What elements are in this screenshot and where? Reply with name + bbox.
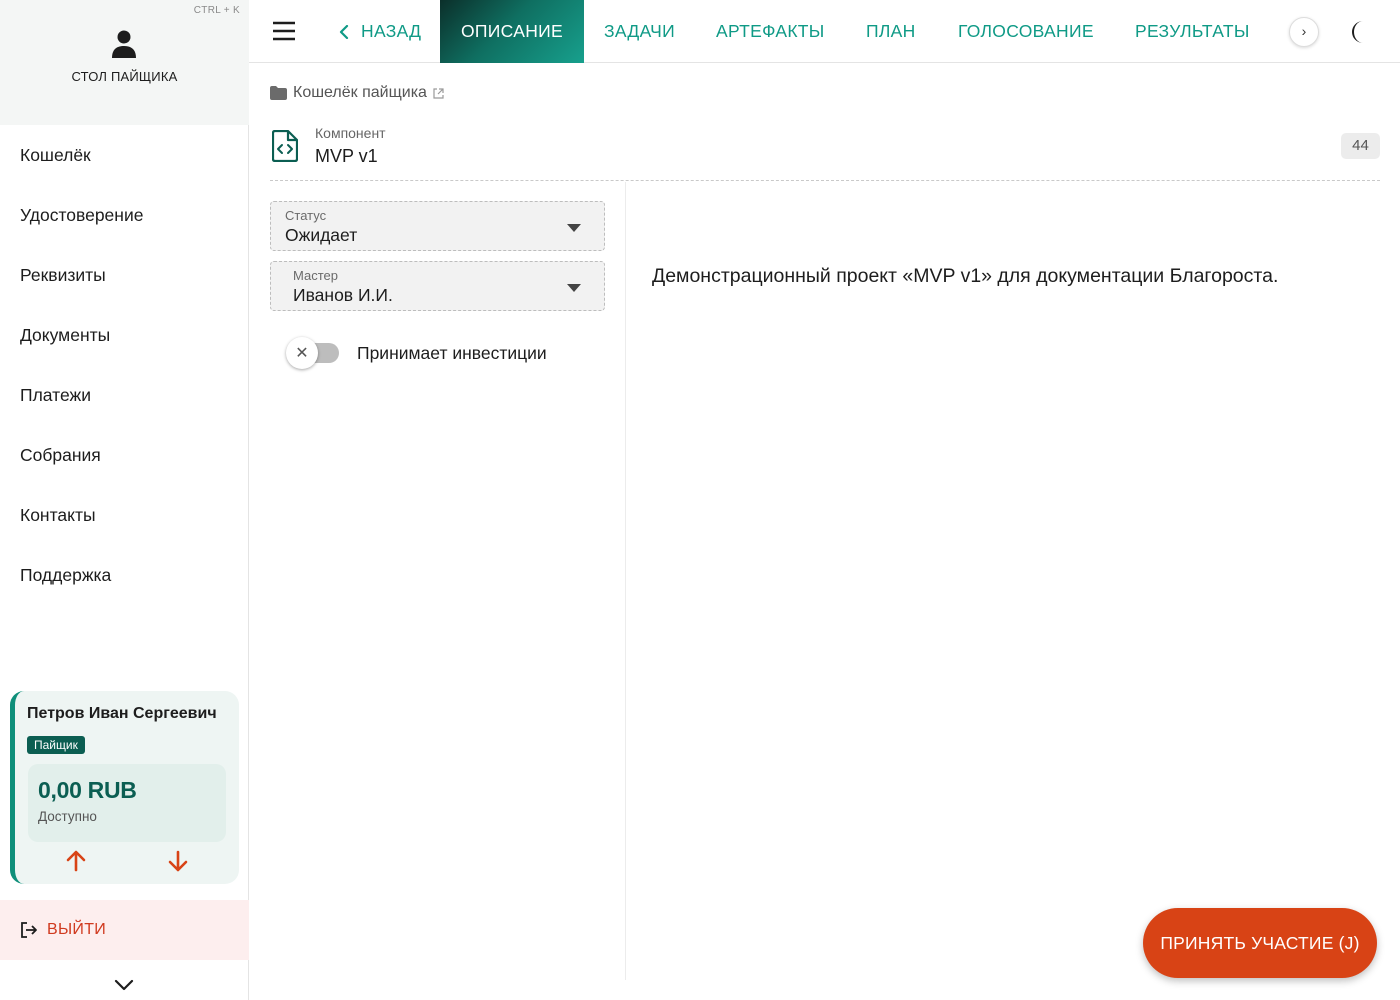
join-button[interactable]: ПРИНЯТЬ УЧАСТИЕ (J) [1143, 908, 1377, 978]
sidebar-item-requisites[interactable]: Реквизиты [0, 245, 249, 305]
tabs-scroll-right-button[interactable]: › [1289, 17, 1319, 47]
sidebar-item-documents[interactable]: Документы [0, 305, 249, 365]
investments-toggle-label: Принимает инвестиции [357, 343, 547, 363]
moon-icon[interactable] [1352, 19, 1378, 45]
sidebar-nav: Кошелёк Удостоверение Реквизиты Документ… [0, 125, 249, 605]
account-card: Петров Иван Сергеевич Пайщик 0,00 RUB До… [10, 691, 239, 884]
tab-label: ГОЛОСОВАНИЕ [958, 21, 1094, 41]
top-bar: НАЗАД ОПИСАНИЕ ЗАДАЧИ АРТЕФАКТЫ ПЛАН ГОЛ… [249, 0, 1400, 63]
sidebar-item-support[interactable]: Поддержка [0, 545, 249, 605]
user-icon [112, 30, 136, 58]
balance-amount: 0,00 RUB [38, 777, 137, 803]
code-file-icon [272, 130, 298, 162]
tab-label: РЕЗУЛЬТАТЫ [1135, 21, 1250, 41]
status-select[interactable]: Статус Ожидает [270, 201, 605, 251]
sidebar: CTRL + K СТОЛ ПАЙЩИКА Кошелёк Удостовере… [0, 0, 249, 1000]
component-type: Компонент [315, 125, 386, 141]
chevron-left-icon [339, 24, 349, 39]
external-link-icon[interactable] [433, 87, 444, 99]
component-id-badge: 44 [1341, 133, 1380, 159]
role-badge: Пайщик [27, 736, 85, 754]
balance-box: 0,00 RUB Доступно [28, 764, 226, 842]
sidebar-title: СТОЛ ПАЙЩИКА [71, 69, 178, 84]
tab-artifacts[interactable]: АРТЕФАКТЫ [716, 0, 825, 63]
toggle-knob: ✕ [286, 337, 318, 369]
sidebar-item-contacts[interactable]: Контакты [0, 485, 249, 545]
project-description: Демонстрационный проект «MVP v1» для док… [652, 265, 1279, 287]
master-select[interactable]: Мастер Иванов И.И. [270, 261, 605, 311]
column-divider [625, 182, 626, 980]
status-label: Статус [285, 208, 327, 223]
logout-label: ВЫЙТИ [47, 921, 107, 938]
tab-description[interactable]: ОПИСАНИЕ [440, 0, 584, 63]
arrow-up-icon[interactable] [64, 849, 88, 873]
menu-icon[interactable] [271, 18, 297, 44]
sidebar-item-certificate[interactable]: Удостоверение [0, 185, 249, 245]
tab-label: ПЛАН [866, 21, 916, 41]
sidebar-item-meetings[interactable]: Собрания [0, 425, 249, 485]
sidebar-item-payments[interactable]: Платежи [0, 365, 249, 425]
tab-label: ОПИСАНИЕ [461, 21, 563, 41]
component-name: MVP v1 [315, 146, 378, 166]
logout-icon [21, 922, 37, 938]
logout-button[interactable]: ВЫЙТИ [0, 900, 249, 960]
account-name: Петров Иван Сергеевич [27, 705, 217, 722]
chevron-down-icon[interactable] [112, 973, 136, 997]
status-value: Ожидает [285, 225, 358, 245]
join-button-label: ПРИНЯТЬ УЧАСТИЕ (J) [1160, 933, 1360, 953]
tab-label: ЗАДАЧИ [604, 21, 676, 41]
investments-toggle[interactable]: ✕ [286, 337, 340, 369]
balance-available-label: Доступно [38, 809, 97, 824]
breadcrumb-link[interactable]: Кошелёк пайщика [293, 84, 427, 102]
folder-icon [270, 86, 287, 100]
tab-plan[interactable]: ПЛАН [866, 0, 916, 63]
tab-tasks[interactable]: ЗАДАЧИ [604, 0, 675, 63]
back-label: НАЗАД [361, 21, 422, 41]
tab-label: АРТЕФАКТЫ [716, 21, 825, 41]
caret-down-icon [567, 284, 581, 292]
breadcrumb: Кошелёк пайщика [270, 84, 444, 102]
chevron-right-icon: › [1301, 23, 1307, 39]
arrow-down-icon[interactable] [166, 849, 190, 873]
master-label: Мастер [293, 268, 338, 283]
master-value: Иванов И.И. [293, 285, 393, 305]
sidebar-item-wallet[interactable]: Кошелёк [0, 125, 249, 185]
close-icon: ✕ [295, 345, 309, 362]
back-button[interactable]: НАЗАД [337, 0, 421, 63]
tab-voting[interactable]: ГОЛОСОВАНИЕ [958, 0, 1094, 63]
caret-down-icon [567, 224, 581, 232]
header-divider [270, 180, 1380, 181]
tab-results[interactable]: РЕЗУЛЬТАТЫ [1135, 0, 1250, 63]
shortcut-hint: CTRL + K [193, 5, 240, 16]
sidebar-header[interactable]: CTRL + K СТОЛ ПАЙЩИКА [0, 0, 249, 125]
